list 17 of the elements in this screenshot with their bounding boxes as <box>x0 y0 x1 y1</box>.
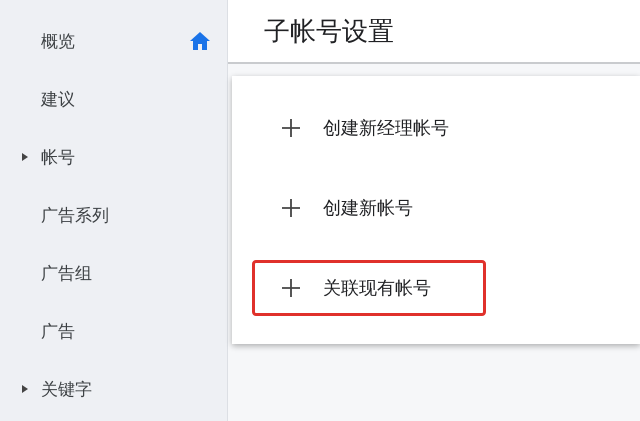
plus-icon <box>281 198 301 218</box>
menu-item[interactable]: 创建新经理帐号 <box>252 100 486 156</box>
plus-icon <box>281 278 301 298</box>
plus-icon <box>281 118 301 138</box>
menu-item[interactable]: 创建新帐号 <box>252 180 486 236</box>
nav-item[interactable]: 广告组 <box>0 244 227 302</box>
nav-item[interactable]: 关键字 <box>0 360 227 418</box>
nav-item[interactable]: 广告 <box>0 302 227 360</box>
nav-item[interactable]: 帐号 <box>0 128 227 186</box>
page-title: 子帐号设置 <box>264 16 394 48</box>
nav-item[interactable]: 建议 <box>0 70 227 128</box>
nav-item[interactable]: 广告系列 <box>0 186 227 244</box>
menu-item[interactable]: 关联现有帐号 <box>252 260 486 316</box>
nav-item[interactable]: 概览 <box>0 12 227 70</box>
caret-icon <box>22 153 28 161</box>
home-icon <box>189 31 211 51</box>
caret-icon <box>22 385 28 393</box>
